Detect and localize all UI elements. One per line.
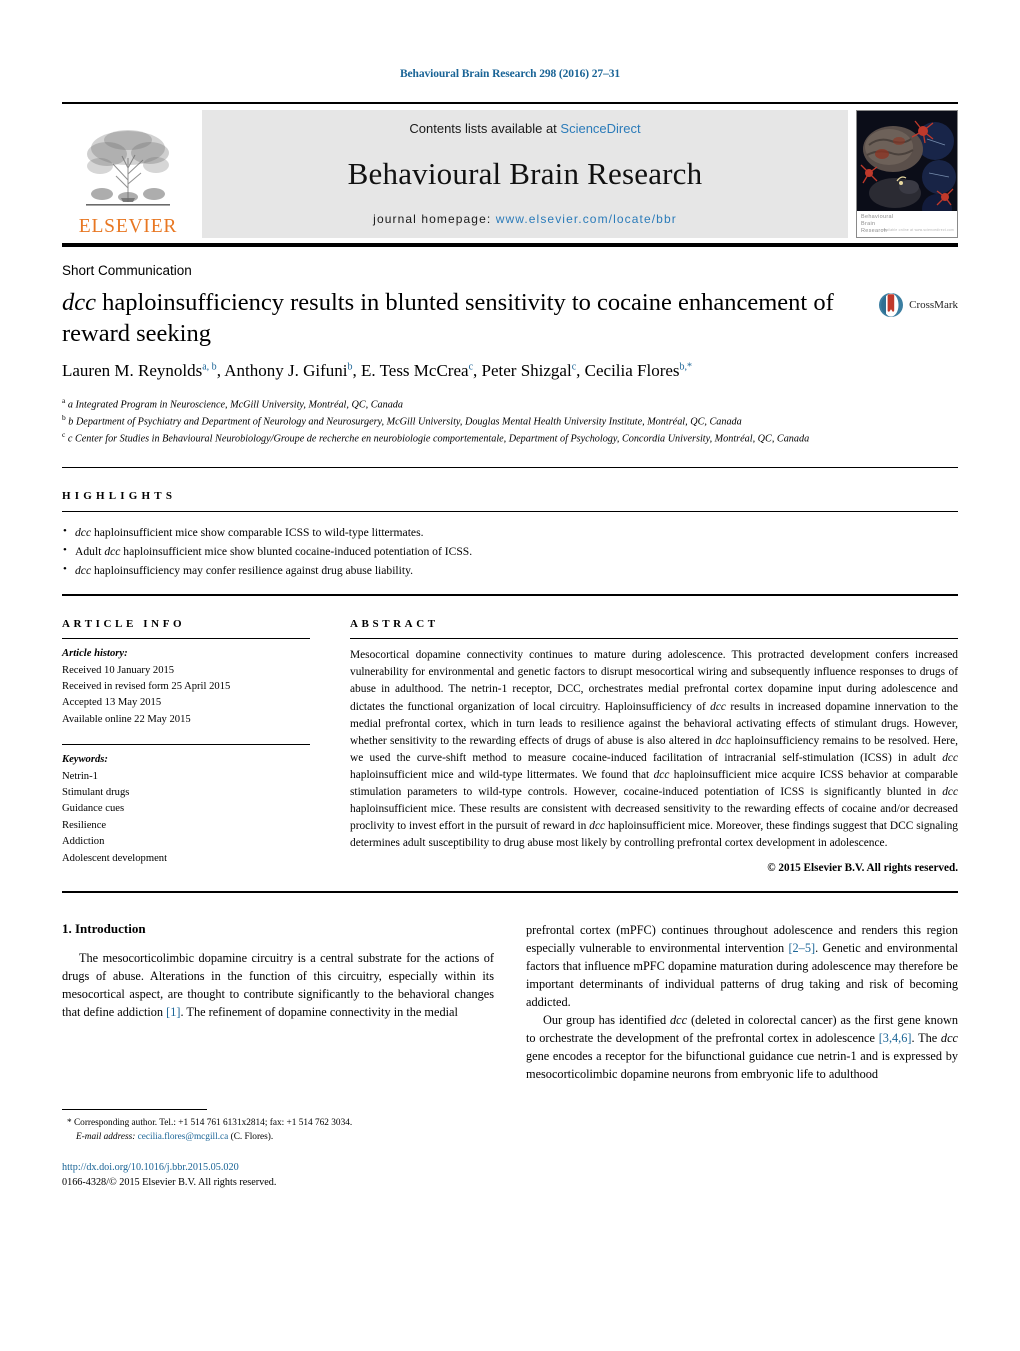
elsevier-tree-icon xyxy=(86,129,170,206)
keywords-label: Keywords: xyxy=(62,754,108,766)
history-accepted: Accepted 13 May 2015 xyxy=(62,697,162,709)
doi-link[interactable]: http://dx.doi.org/10.1016/j.bbr.2015.05.… xyxy=(62,1161,494,1176)
journal-homepage-line: journal homepage: www.elsevier.com/locat… xyxy=(373,212,677,226)
article-info-heading: ARTICLE INFO xyxy=(62,618,186,631)
highlight-gene: dcc xyxy=(104,544,121,558)
intro-paragraph-right-1: prefrontal cortex (mPFC) continues throu… xyxy=(526,922,958,1009)
abstract-rule xyxy=(350,638,958,640)
highlights-under-rule xyxy=(62,510,958,512)
issn-copyright-line: 0166-4328/© 2015 Elsevier B.V. All right… xyxy=(62,1177,277,1188)
affiliations-block: a a Integrated Program in Neuroscience, … xyxy=(62,396,892,447)
affiliation-a: a a Integrated Program in Neuroscience, … xyxy=(62,396,892,413)
cover-caption: Behavioural Brain Research available onl… xyxy=(857,211,957,237)
history-revised: Received in revised form 25 April 2015 xyxy=(62,681,231,693)
journal-cover-thumbnail: Behavioural Brain Research available onl… xyxy=(856,110,958,238)
masthead-bottom-rule xyxy=(62,243,958,247)
running-head: Behavioural Brain Research 298 (2016) 27… xyxy=(399,68,621,80)
info-abstract-row: ARTICLE INFO Article history: Received 1… xyxy=(62,618,958,874)
abstract-heading: ABSTRACT xyxy=(350,618,439,631)
title-row: dcc haploinsufficiency results in blunte… xyxy=(62,288,958,349)
abstract-bottom-rule xyxy=(62,890,958,893)
affiliation-b: b b Department of Psychiatry and Departm… xyxy=(62,413,892,430)
masthead-top-rule xyxy=(62,102,958,104)
corresponding-author-note: * Corresponding author. Tel.: +1 514 761… xyxy=(62,1117,494,1145)
keywords-block: Keywords: Netrin-1 Stimulant drugs Guida… xyxy=(62,752,310,867)
highlights-heading: HIGHLIGHTS xyxy=(62,489,177,502)
article-info-rule xyxy=(62,638,310,640)
journal-homepage-link[interactable]: www.elsevier.com/locate/bbr xyxy=(496,212,677,226)
history-online: Available online 22 May 2015 xyxy=(62,713,191,725)
author-affil-marker: c xyxy=(468,361,474,373)
keyword-item: Resilience xyxy=(62,819,107,831)
affiliation-marker-b: b xyxy=(62,412,66,422)
article-info-column: ARTICLE INFO Article history: Received 1… xyxy=(62,618,310,873)
keyword-item: Netrin-1 xyxy=(62,770,98,782)
list-item: dcc haploinsufficiency may confer resili… xyxy=(62,560,958,580)
sciencedirect-link[interactable]: ScienceDirect xyxy=(560,121,640,136)
section-heading-introduction: 1. Introduction xyxy=(62,920,146,936)
author-affil-marker: b,* xyxy=(679,361,693,373)
author-list: Lauren M. Reynoldsa, b, Anthony J. Gifun… xyxy=(62,361,693,381)
highlights-list: dcc haploinsufficient mice show comparab… xyxy=(62,522,958,581)
journal-title: Behavioural Brain Research xyxy=(347,156,703,191)
article-first-page: Behavioural Brain Research 298 (2016) 27… xyxy=(0,0,1020,1351)
contents-prefix: Contents lists available at xyxy=(409,121,561,136)
title-gene-name: dcc xyxy=(62,289,96,316)
doi-block: http://dx.doi.org/10.1016/j.bbr.2015.05.… xyxy=(62,1161,494,1191)
page-title: dcc haploinsufficiency results in blunte… xyxy=(62,288,878,349)
elsevier-wordmark: ELSEVIER xyxy=(78,215,178,237)
affiliation-marker-c: c xyxy=(62,429,66,439)
author-affil-marker: b xyxy=(347,361,353,373)
highlights-top-rule xyxy=(62,466,958,468)
abstract-copyright: © 2015 Elsevier B.V. All rights reserved… xyxy=(767,861,958,874)
masthead-center-panel: Contents lists available at ScienceDirec… xyxy=(202,110,848,238)
crossmark-label: CrossMark xyxy=(909,299,958,311)
highlights-bottom-rule xyxy=(62,594,958,597)
author-affil-marker: c xyxy=(571,361,577,373)
abstract-text: Mesocortical dopamine connectivity conti… xyxy=(350,649,958,850)
highlight-gene: dcc xyxy=(75,525,92,539)
abstract-column: ABSTRACT Mesocortical dopamine connectiv… xyxy=(350,618,958,874)
cover-caption-line1: Behavioural xyxy=(861,214,894,220)
article-history-block: Article history: Received 10 January 201… xyxy=(62,646,310,728)
intro-paragraph-left: The mesocorticolimbic dopamine circuitry… xyxy=(62,950,494,1019)
keyword-item: Adolescent development xyxy=(62,852,168,864)
body-column-right: prefrontal cortex (mPFC) continues throu… xyxy=(526,921,958,1191)
cover-caption-small: available online at www.sciencedirect.co… xyxy=(882,228,954,232)
keywords-rule xyxy=(62,744,310,746)
footnote-rule xyxy=(62,1109,207,1111)
journal-masthead: ELSEVIER Contents lists available at Sci… xyxy=(62,110,958,238)
affiliation-marker-a: a xyxy=(62,395,66,405)
elsevier-logo: ELSEVIER xyxy=(62,110,194,238)
keyword-item: Guidance cues xyxy=(62,803,125,815)
corresponding-marker: * xyxy=(687,361,693,373)
email-link[interactable]: cecilia.flores@mcgill.ca xyxy=(138,1132,229,1142)
article-type-label: Short Communication xyxy=(62,263,192,278)
body-columns: 1. Introduction The mesocorticolimbic do… xyxy=(62,921,958,1191)
affiliation-c: c c Center for Studies in Behavioural Ne… xyxy=(62,430,892,447)
highlight-gene: dcc xyxy=(75,563,92,577)
title-remainder: haploinsufficiency results in blunted se… xyxy=(62,289,834,347)
crossmark-icon xyxy=(879,293,904,317)
article-history-label: Article history: xyxy=(62,648,128,660)
crossmark-badge[interactable]: CrossMark xyxy=(878,288,958,318)
list-item: Adult dcc haploinsufficient mice show bl… xyxy=(62,541,958,561)
corresponding-text: * Corresponding author. Tel.: +1 514 761… xyxy=(67,1118,353,1129)
list-item: dcc haploinsufficient mice show comparab… xyxy=(62,522,958,542)
footnote-block: * Corresponding author. Tel.: +1 514 761… xyxy=(62,1109,494,1190)
affiliation-c-text: c Center for Studies in Behavioural Neur… xyxy=(67,433,810,445)
keyword-item: Stimulant drugs xyxy=(62,787,130,799)
body-column-left: 1. Introduction The mesocorticolimbic do… xyxy=(62,921,494,1191)
author-affil-marker: a, b xyxy=(202,361,217,373)
affiliation-a-text: a Integrated Program in Neuroscience, Mc… xyxy=(67,399,403,411)
intro-paragraph-right-2: Our group has identified dcc (deleted in… xyxy=(526,1012,958,1082)
history-received: Received 10 January 2015 xyxy=(62,664,175,676)
email-suffix: (C. Flores). xyxy=(228,1132,274,1143)
keyword-item: Addiction xyxy=(62,836,105,848)
affiliation-b-text: b Department of Psychiatry and Departmen… xyxy=(68,416,742,428)
contents-available-line: Contents lists available at ScienceDirec… xyxy=(409,121,640,136)
homepage-prefix: journal homepage: xyxy=(373,212,496,226)
email-label: E-mail address: xyxy=(76,1132,136,1143)
